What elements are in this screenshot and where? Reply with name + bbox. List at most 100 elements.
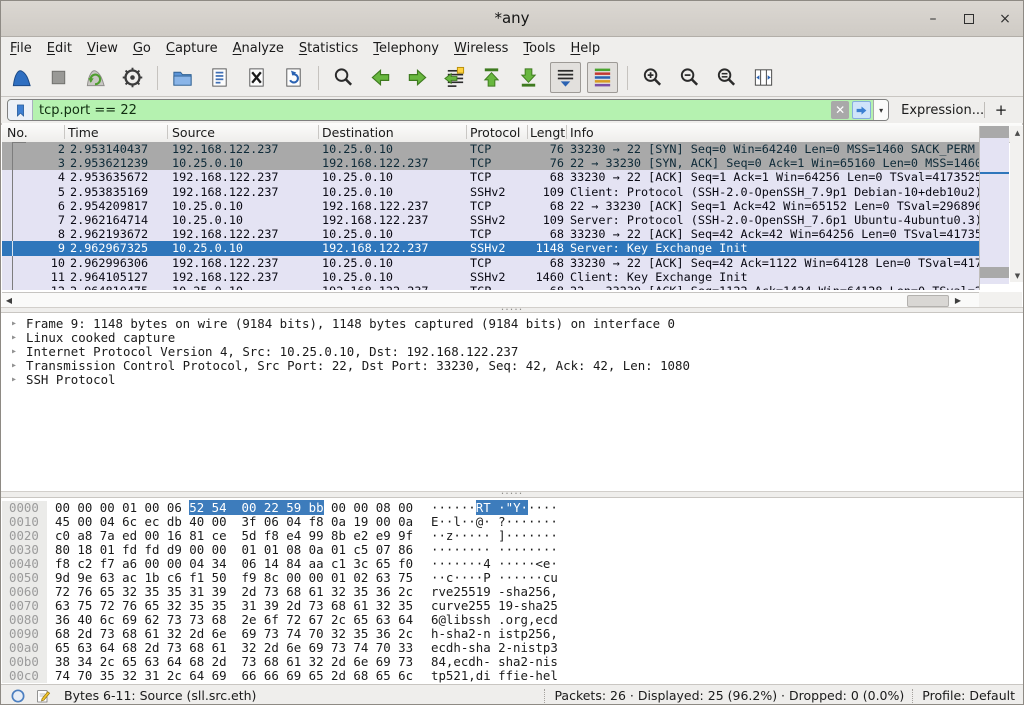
menu-tools[interactable]: Tools [523,41,555,56]
hex-ascii[interactable]: 84,ecdh- sha2-nis [431,655,558,669]
vertical-scrollbar[interactable]: ▲ ▼ [1010,126,1024,290]
menu-edit[interactable]: Edit [47,41,72,56]
hex-bytes[interactable]: f8 c2 f7 a6 00 00 04 34 06 14 84 aa c1 3… [55,557,423,571]
hex-row-0080[interactable]: 008036 40 6c 69 62 73 73 68 2e 6f 72 67 … [2,613,1022,627]
packet-row-6[interactable]: 62.95420981710.25.0.10192.168.122.237TCP… [2,199,979,213]
hex-bytes[interactable]: 00 00 00 01 00 06 52 54 00 22 59 bb 00 0… [55,501,423,515]
detail-row[interactable]: ▸Linux cooked capture [2,331,1022,345]
column-header-length[interactable]: Length [530,125,567,140]
detail-row[interactable]: ▸Frame 9: 1148 bytes on wire (9184 bits)… [2,317,1022,331]
expander-icon[interactable]: ▸ [11,359,17,373]
hex-ascii[interactable]: ······RT ·"Y····· [431,501,558,515]
menu-view[interactable]: View [87,41,118,56]
expander-icon[interactable]: ▸ [11,345,17,359]
go-forward-button[interactable] [402,62,433,93]
column-separator[interactable] [566,125,567,139]
capture-stop-button[interactable] [43,62,74,93]
detail-row[interactable]: ▸Internet Protocol Version 4, Src: 10.25… [2,345,1022,359]
close-icon[interactable]: × [997,11,1013,27]
splitter-details-bytes[interactable]: ····· [1,491,1023,498]
auto-scroll-button[interactable] [550,62,581,93]
capture-comment-icon[interactable] [34,687,51,704]
expression-button[interactable]: Expression... [901,103,984,118]
file-save-button[interactable] [204,62,235,93]
hex-bytes[interactable]: 74 70 35 32 31 2c 64 69 66 66 69 65 2d 6… [55,669,423,683]
file-close-button[interactable] [241,62,272,93]
maximize-icon[interactable] [961,11,977,27]
go-bottom-button[interactable] [513,62,544,93]
hex-bytes[interactable]: 9d 9e 63 ac 1b c6 f1 50 f9 8c 00 00 01 0… [55,571,423,585]
packet-row-10[interactable]: 102.962996306192.168.122.23710.25.0.10TC… [2,256,979,270]
hex-ascii[interactable]: rve25519 -sha256, [431,585,558,599]
hex-bytes[interactable]: 68 2d 73 68 61 32 2d 6e 69 73 74 70 32 3… [55,627,423,641]
hex-row-0030[interactable]: 003080 18 01 fd fd d9 00 00 01 01 08 0a … [2,543,1022,557]
menu-telephony[interactable]: Telephony [373,41,439,56]
minimize-icon[interactable]: – [925,11,941,27]
zoom-out-button[interactable] [674,62,705,93]
hex-ascii[interactable]: tp521,di ffie-hel [431,669,558,683]
hex-ascii[interactable]: 6@libssh .org,ecd [431,613,558,627]
intelligent-scrollbar-minimap[interactable] [979,126,1009,290]
hex-ascii[interactable]: E··l··@· ?······· [431,515,558,529]
column-separator[interactable] [527,125,528,139]
hex-bytes[interactable]: 45 00 04 6c ec db 40 00 3f 06 04 f8 0a 1… [55,515,423,529]
menu-help[interactable]: Help [570,41,600,56]
packet-row-3[interactable]: 32.95362123910.25.0.10192.168.122.237TCP… [2,156,979,170]
hex-row-0020[interactable]: 0020c0 a8 7a ed 00 16 81 ce 5d f8 e4 99 … [2,529,1022,543]
packet-row-9[interactable]: 92.96296732510.25.0.10192.168.122.237SSH… [2,241,979,255]
packet-row-7[interactable]: 72.96216471410.25.0.10192.168.122.237SSH… [2,213,979,227]
column-header-no[interactable]: No. [7,125,28,140]
hex-bytes[interactable]: 38 34 2c 65 63 64 68 2d 73 68 61 32 2d 6… [55,655,423,669]
hex-bytes[interactable]: 63 75 72 76 65 32 35 35 31 39 2d 73 68 6… [55,599,423,613]
hex-bytes[interactable]: 72 76 65 32 35 35 31 39 2d 73 68 61 32 3… [55,585,423,599]
find-packet-button[interactable] [328,62,359,93]
hex-bytes[interactable]: 65 63 64 68 2d 73 68 61 32 2d 6e 69 73 7… [55,641,423,655]
packet-row-2[interactable]: 22.953140437192.168.122.23710.25.0.10TCP… [2,142,979,156]
expander-icon[interactable]: ▸ [11,331,17,345]
menu-go[interactable]: Go [133,41,151,56]
expert-info-icon[interactable] [9,687,26,704]
detail-row[interactable]: ▸SSH Protocol [2,373,1022,387]
column-separator[interactable] [466,125,467,139]
hex-bytes[interactable]: 80 18 01 fd fd d9 00 00 01 01 08 0a 01 c… [55,543,423,557]
title-bar[interactable]: *any – × [1,1,1023,37]
capture-restart-button[interactable] [80,62,111,93]
expander-icon[interactable]: ▸ [11,373,17,387]
add-filter-button[interactable]: + [993,101,1009,119]
go-to-packet-button[interactable] [439,62,470,93]
zoom-reset-button[interactable] [711,62,742,93]
reload-button[interactable] [278,62,309,93]
packet-row-4[interactable]: 42.953635672192.168.122.23710.25.0.10TCP… [2,170,979,184]
hex-row-0070[interactable]: 007063 75 72 76 65 32 35 35 31 39 2d 73 … [2,599,1022,613]
scroll-up-icon[interactable]: ▲ [1010,126,1024,139]
column-header-info[interactable]: Info [570,125,594,140]
column-header-source[interactable]: Source [172,125,215,140]
column-separator[interactable] [64,125,65,139]
hex-ascii[interactable]: ········ ········ [431,543,558,557]
filter-history-dropdown-icon[interactable]: ▾ [873,100,888,120]
column-header-destination[interactable]: Destination [322,125,394,140]
scroll-down-icon[interactable]: ▼ [1010,269,1024,282]
zoom-in-button[interactable] [637,62,668,93]
hex-row-0010[interactable]: 001045 00 04 6c ec db 40 00 3f 06 04 f8 … [2,515,1022,529]
column-separator[interactable] [167,125,168,139]
menu-analyze[interactable]: Analyze [233,41,284,56]
hex-ascii[interactable]: ··c····P ······cu [431,571,558,585]
hex-row-00a0[interactable]: 00a065 63 64 68 2d 73 68 61 32 2d 6e 69 … [2,641,1022,655]
menu-file[interactable]: File [10,41,32,56]
filter-text[interactable]: tcp.port == 22 [33,103,831,118]
hex-row-0040[interactable]: 0040f8 c2 f7 a6 00 00 04 34 06 14 84 aa … [2,557,1022,571]
filter-bookmark-button[interactable] [8,100,33,120]
hex-row-00c0[interactable]: 00c074 70 35 32 31 2c 64 69 66 66 69 65 … [2,669,1022,683]
horizontal-scrollbar-thumb[interactable] [907,295,949,307]
file-open-button[interactable] [167,62,198,93]
horizontal-scrollbar[interactable]: ◀ ▶ [2,292,979,307]
filter-apply-icon[interactable] [852,101,871,119]
packet-row-5[interactable]: 52.953835169192.168.122.23710.25.0.10SSH… [2,185,979,199]
menu-capture[interactable]: Capture [166,41,218,56]
display-filter-input[interactable]: tcp.port == 22 ✕ ▾ [7,99,889,121]
capture-start-button[interactable] [6,62,37,93]
hex-ascii[interactable]: curve255 19-sha25 [431,599,558,613]
hex-ascii[interactable]: ·······4 ·····<e· [431,557,558,571]
packet-row-11[interactable]: 112.964105127192.168.122.23710.25.0.10SS… [2,270,979,284]
